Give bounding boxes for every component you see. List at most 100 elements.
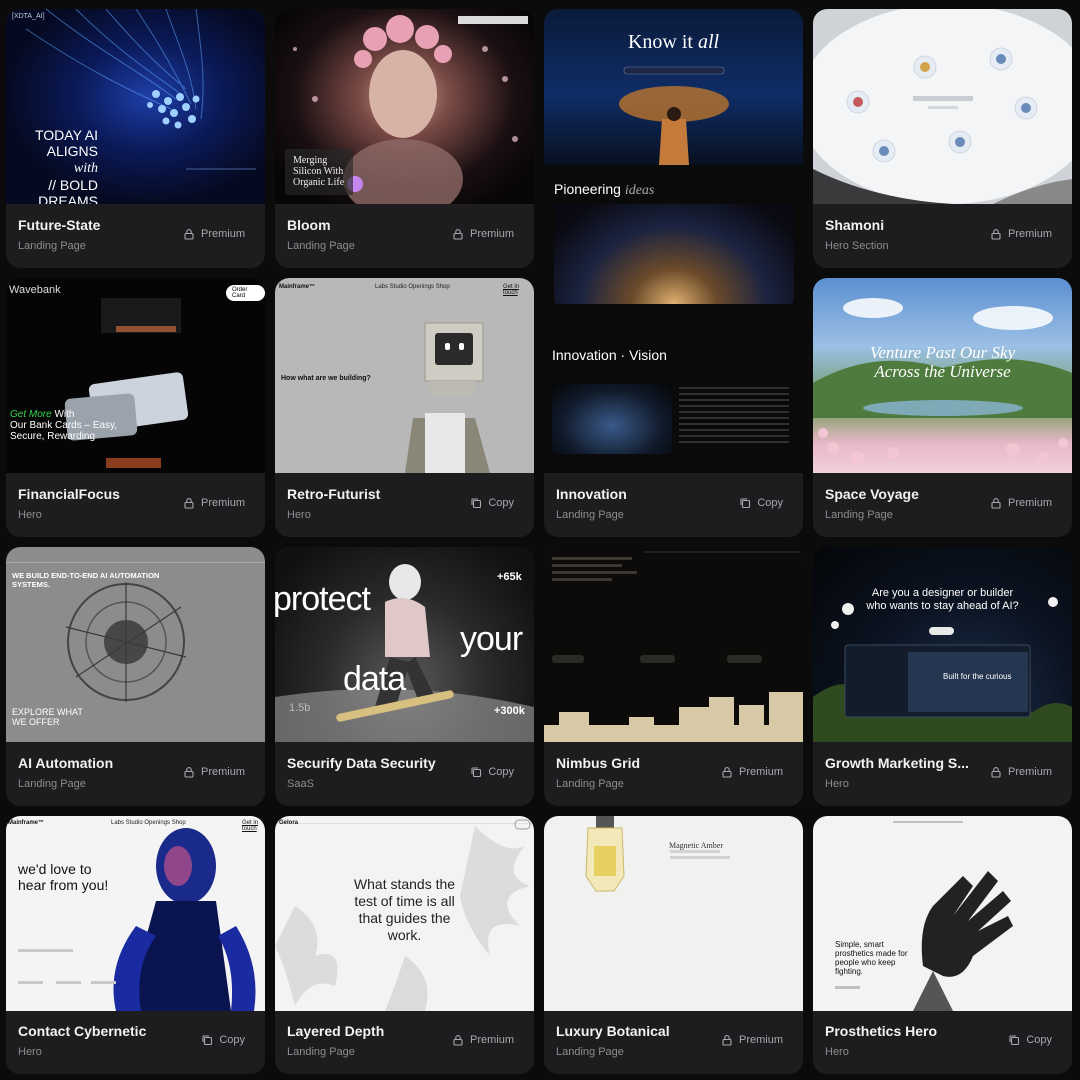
card-thumbnail[interactable]: Simple, smart prosthetics made for people … [813,816,1072,1011]
card-thumbnail[interactable]: Wavebank Order Card Get More With Our Ba… [6,278,265,473]
template-card[interactable]: Magnetic Amber Luxury Botanical Landing … [544,816,803,1074]
copy-badge[interactable]: Copy [739,497,783,509]
template-card[interactable]: WE BUILD END-TO-END AI AUTOMATION SYSTEMS… [6,547,265,806]
card-thumbnail[interactable] [813,9,1072,204]
card-meta: Nimbus Grid Landing Page Premium [544,738,803,806]
copy-badge[interactable]: Copy [201,1034,245,1046]
lock-icon [991,229,1001,240]
card-meta: Layered Depth Landing Page Premium [275,1006,534,1074]
nav-links[interactable]: Labs Studio Openings Shop [111,820,186,826]
card-thumbnail[interactable]: Venture Past Our Sky Across the Universe [813,278,1072,473]
copy-icon [202,1035,213,1046]
card-meta: Space Voyage Landing Page Premium [813,469,1072,537]
card-type: Landing Page [556,509,624,521]
card-meta: Shamoni Hero Section Premium [813,200,1072,268]
copy-badge[interactable]: Copy [470,497,514,509]
card-title: Innovation [556,486,627,502]
hero-headline: Venture Past Our Sky Across the Universe [869,343,1016,381]
card-type: Landing Page [287,1046,355,1058]
card-type: Hero [825,778,849,790]
card-type: Hero [825,1046,849,1058]
card-title: Future-State [18,217,101,233]
card-meta: Contact Cybernetic Hero Copy [6,1006,265,1074]
card-meta: Securify Data Security SaaS Copy [275,738,534,806]
copy-badge[interactable]: Copy [470,766,514,778]
card-thumbnail[interactable]: Mainframe™ Labs Studio Openings Shop Get… [6,816,265,1011]
premium-badge[interactable]: Premium [183,766,245,778]
card-thumbnail[interactable]: Mainframe™ Labs Studio Openings Shop Get… [275,278,534,473]
cta-link[interactable]: Get in touch [242,820,265,832]
card-thumbnail[interactable]: Gelora What stands the test of time is al… [275,816,534,1011]
hero-headline: Are you a designer or builder who wants t… [866,587,1019,612]
template-card[interactable]: Mainframe™ Labs Studio Openings Shop Get… [6,816,265,1074]
section-heading: Innovation · Vision [552,347,667,363]
stat-number: 1.5b [289,702,311,714]
card-meta: Future-State Landing Page Premium [6,200,265,268]
premium-badge[interactable]: Premium [452,1034,514,1046]
card-type: Landing Page [18,240,86,252]
card-type: Landing Page [825,509,893,521]
card-thumbnail[interactable]: Are you a designer or builder who wants t… [813,547,1072,742]
orbit-illustration [813,9,1072,204]
card-type: Hero [18,1046,42,1058]
hero-word: your [460,620,523,658]
copy-icon [1009,1035,1020,1046]
hero-headline: TODAY AI ALIGNS with // BOLD DREAMS [34,127,98,204]
template-card[interactable]: [XDTA_AI] TODAY AI ALIGNS with // BOLD D… [6,9,265,268]
hero-headline: WE BUILD END-TO-END AI AUTOMATION SYSTEMS… [12,571,160,589]
card-title: Securify Data Security [287,755,436,771]
premium-badge[interactable]: Premium [183,497,245,509]
brand-logo: Gelora [279,820,299,826]
card-thumbnail[interactable]: WE BUILD END-TO-END AI AUTOMATION SYSTEMS… [6,547,265,742]
card-meta: FinancialFocus Hero Premium [6,469,265,537]
template-card[interactable]: Nimbus Grid Landing Page Premium [544,547,803,806]
cta-link[interactable]: Get in touch [503,284,534,296]
template-card[interactable]: Know it all Pioneering ideas Innovation … [544,9,803,537]
card-thumbnail[interactable]: Know it all Pioneering ideas Innovation … [544,9,803,473]
template-card[interactable]: Wavebank Order Card Get More With Our Ba… [6,278,265,537]
card-thumbnail[interactable]: protect your data +65k +300k 1.5b [275,547,534,742]
hero-headline: Get More With Our Bank Cards – Easy, Sec… [10,409,118,442]
template-card[interactable]: Mainframe™ Labs Studio Openings Shop Get… [275,278,534,537]
card-type: Hero [18,509,42,521]
card-title: Retro-Futurist [287,486,381,502]
copy-badge[interactable]: Copy [1008,1034,1052,1046]
section-heading: EXPLORE WHAT WE OFFER [12,707,83,727]
card-thumbnail[interactable]: Merging Silicon With Organic Life [275,9,534,204]
template-card[interactable]: Gelora What stands the test of time is al… [275,816,534,1074]
paragraph-block [679,387,789,447]
card-title: Luxury Botanical [556,1023,670,1039]
card-type: SaaS [287,778,314,790]
premium-badge[interactable]: Premium [721,1034,783,1046]
nav-links[interactable]: Labs Studio Openings Shop [375,284,450,290]
template-card[interactable]: Simple, smart prosthetics made for people … [813,816,1072,1074]
hero-headline: What stands the test of time is all that g… [353,876,456,943]
lock-icon [722,767,732,778]
template-card[interactable]: protect your data +65k +300k 1.5b Securi… [275,547,534,806]
template-card[interactable]: Venture Past Our Sky Across the Universe … [813,278,1072,537]
card-meta: Bloom Landing Page Premium [275,200,534,268]
premium-badge[interactable]: Premium [990,228,1052,240]
card-thumbnail[interactable] [544,547,803,742]
section-heading: Pioneering ideas [554,181,655,198]
hero-word: data [343,660,406,698]
template-card[interactable]: Are you a designer or builder who wants t… [813,547,1072,806]
copy-icon [471,498,482,509]
premium-badge[interactable]: Premium [990,497,1052,509]
card-type: Hero [287,509,311,521]
card-thumbnail[interactable]: Magnetic Amber [544,816,803,1011]
premium-badge[interactable]: Premium [990,766,1052,778]
template-card[interactable]: Merging Silicon With Organic Life Bloom La… [275,9,534,268]
order-card-button[interactable]: Order Card [226,285,265,301]
premium-badge[interactable]: Premium [452,228,514,240]
card-title: Nimbus Grid [556,755,641,771]
card-illustration [64,298,189,468]
premium-badge[interactable]: Premium [721,766,783,778]
lock-icon [184,229,194,240]
preview-heading: Built for the curious [943,672,1012,681]
cybernetic-figure-illustration [18,828,256,1011]
template-card[interactable]: Shamoni Hero Section Premium [813,9,1072,268]
card-thumbnail[interactable]: [XDTA_AI] TODAY AI ALIGNS with // BOLD D… [6,9,265,204]
card-meta: Luxury Botanical Landing Page Premium [544,1006,803,1074]
premium-badge[interactable]: Premium [183,228,245,240]
